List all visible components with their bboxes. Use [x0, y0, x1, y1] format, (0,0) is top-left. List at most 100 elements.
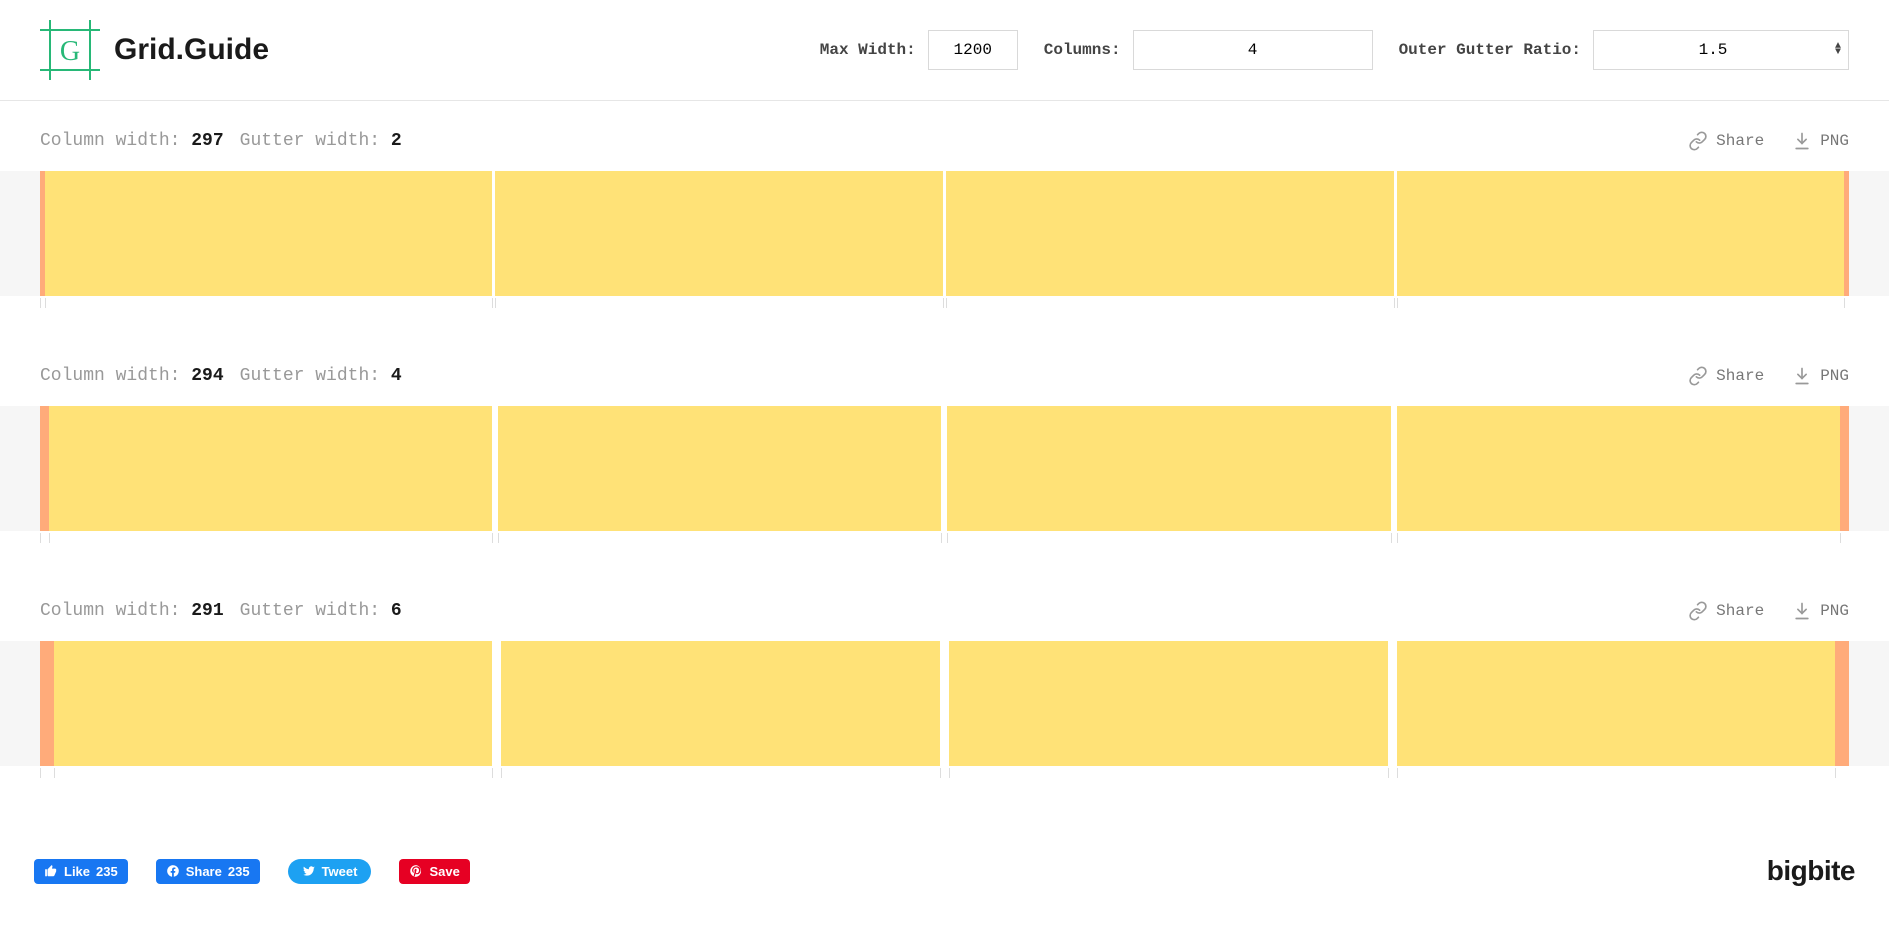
pinterest-save-label: Save — [429, 864, 459, 879]
column — [45, 171, 493, 296]
tick-segment — [1835, 766, 1849, 786]
column — [947, 406, 1390, 531]
app-title: Grid.Guide — [114, 33, 269, 67]
column — [946, 171, 1394, 296]
tick-mark — [1840, 533, 1841, 543]
column — [1397, 641, 1836, 766]
row-meta: Column width: 294Gutter width: 4 — [40, 366, 402, 386]
tick-mark — [1391, 533, 1392, 543]
outer-gutter-label: Outer Gutter Ratio: — [1399, 41, 1581, 59]
grid-row: Column width: 297Gutter width: 2 Share PNG — [0, 131, 1889, 316]
column — [501, 641, 940, 766]
share-label: Share — [1716, 132, 1764, 150]
tick-segment — [40, 531, 49, 551]
png-label: PNG — [1820, 367, 1849, 385]
link-icon — [1688, 601, 1708, 621]
tick-mark — [498, 533, 499, 543]
max-width-input[interactable] — [928, 30, 1018, 70]
logo[interactable]: G Grid.Guide — [40, 20, 269, 80]
columns-control: Columns: — [1044, 30, 1373, 70]
grid-preview — [0, 171, 1889, 296]
columns-label: Columns: — [1044, 41, 1121, 59]
facebook-like-label: Like — [64, 864, 90, 879]
column — [949, 641, 1388, 766]
column-width-value: 291 — [191, 601, 223, 621]
twitter-icon — [302, 864, 316, 878]
share-label: Share — [1716, 367, 1764, 385]
row-header: Column width: 297Gutter width: 2 Share PNG — [0, 131, 1889, 151]
pinterest-icon — [409, 864, 423, 878]
png-button[interactable]: PNG — [1792, 601, 1849, 621]
tick-mark — [1388, 768, 1389, 778]
grid-row: Column width: 291 Gutter width: 6 Share PNG — [0, 601, 1889, 786]
tweet-button[interactable]: Tweet — [288, 859, 372, 884]
tick-mark — [492, 298, 493, 308]
outer-gutter-select[interactable] — [1593, 30, 1849, 70]
tick-segment — [1397, 296, 1845, 316]
tick-segment — [498, 531, 941, 551]
row-actions: Share PNG — [1688, 366, 1849, 386]
facebook-like-button[interactable]: Like 235 — [34, 859, 128, 884]
max-width-label: Max Width: — [820, 41, 916, 59]
tick-mark — [1844, 298, 1845, 308]
tick-segment — [1388, 766, 1397, 786]
gutter-width-value: 6 — [391, 601, 402, 621]
tick-mark — [492, 533, 493, 543]
tick-segment — [1844, 296, 1849, 316]
tick-segment — [1397, 766, 1836, 786]
tick-segment — [49, 531, 492, 551]
logo-icon: G — [40, 20, 100, 80]
column-width-value: 297 — [191, 131, 223, 151]
results-list: Column width: 297Gutter width: 2 Share PNG… — [0, 101, 1889, 936]
brand-logo[interactable]: bigbite — [1767, 855, 1855, 887]
download-icon — [1792, 366, 1812, 386]
share-button[interactable]: Share — [1688, 366, 1764, 386]
column — [49, 406, 492, 531]
share-button[interactable]: Share — [1688, 131, 1764, 151]
tick-mark — [941, 533, 942, 543]
png-label: PNG — [1820, 602, 1849, 620]
header: G Grid.Guide Max Width: Columns: Outer G… — [0, 0, 1889, 101]
row-actions: Share PNG — [1688, 131, 1849, 151]
tick-mark — [40, 768, 41, 778]
row-header: Column width: 291 Gutter width: 6 Share PNG — [0, 601, 1889, 621]
link-icon — [1688, 366, 1708, 386]
max-width-control: Max Width: — [820, 30, 1018, 70]
grid-inner — [40, 406, 1849, 531]
gutter-width-label: Gutter width: — [240, 601, 391, 621]
outer-gutter — [40, 406, 49, 531]
thumb-up-icon — [44, 864, 58, 878]
tick-segment — [1840, 531, 1849, 551]
outer-gutter — [1844, 171, 1849, 296]
tick-segment — [946, 296, 1394, 316]
outer-gutter — [1835, 641, 1849, 766]
column — [498, 406, 941, 531]
tick-mark — [1394, 298, 1395, 308]
download-icon — [1792, 131, 1812, 151]
column-width-label: Column width: — [40, 366, 191, 386]
share-button[interactable]: Share — [1688, 601, 1764, 621]
column-width-label: Column width: — [40, 601, 191, 621]
tick-mark — [1397, 768, 1398, 778]
svg-text:G: G — [60, 36, 80, 67]
tick-segment — [1397, 531, 1840, 551]
outer-gutter-control: Outer Gutter Ratio: ▲▼ — [1399, 30, 1849, 70]
tick-segment — [947, 531, 1390, 551]
row-meta: Column width: 291 Gutter width: 6 — [40, 601, 402, 621]
tick-segment — [40, 766, 54, 786]
column-width-label: Column width: — [40, 131, 191, 151]
png-button[interactable]: PNG — [1792, 131, 1849, 151]
grid-preview — [0, 641, 1889, 766]
facebook-share-button[interactable]: Share 235 — [156, 859, 260, 884]
tick-row — [0, 531, 1889, 551]
png-button[interactable]: PNG — [1792, 366, 1849, 386]
tick-mark — [501, 768, 502, 778]
tick-mark — [49, 533, 50, 543]
gutter — [940, 641, 949, 766]
row-meta: Column width: 297Gutter width: 2 — [40, 131, 402, 151]
tick-mark — [946, 298, 947, 308]
tick-row — [0, 296, 1889, 316]
pinterest-save-button[interactable]: Save — [399, 859, 469, 884]
columns-input[interactable] — [1133, 30, 1373, 70]
facebook-icon — [166, 864, 180, 878]
